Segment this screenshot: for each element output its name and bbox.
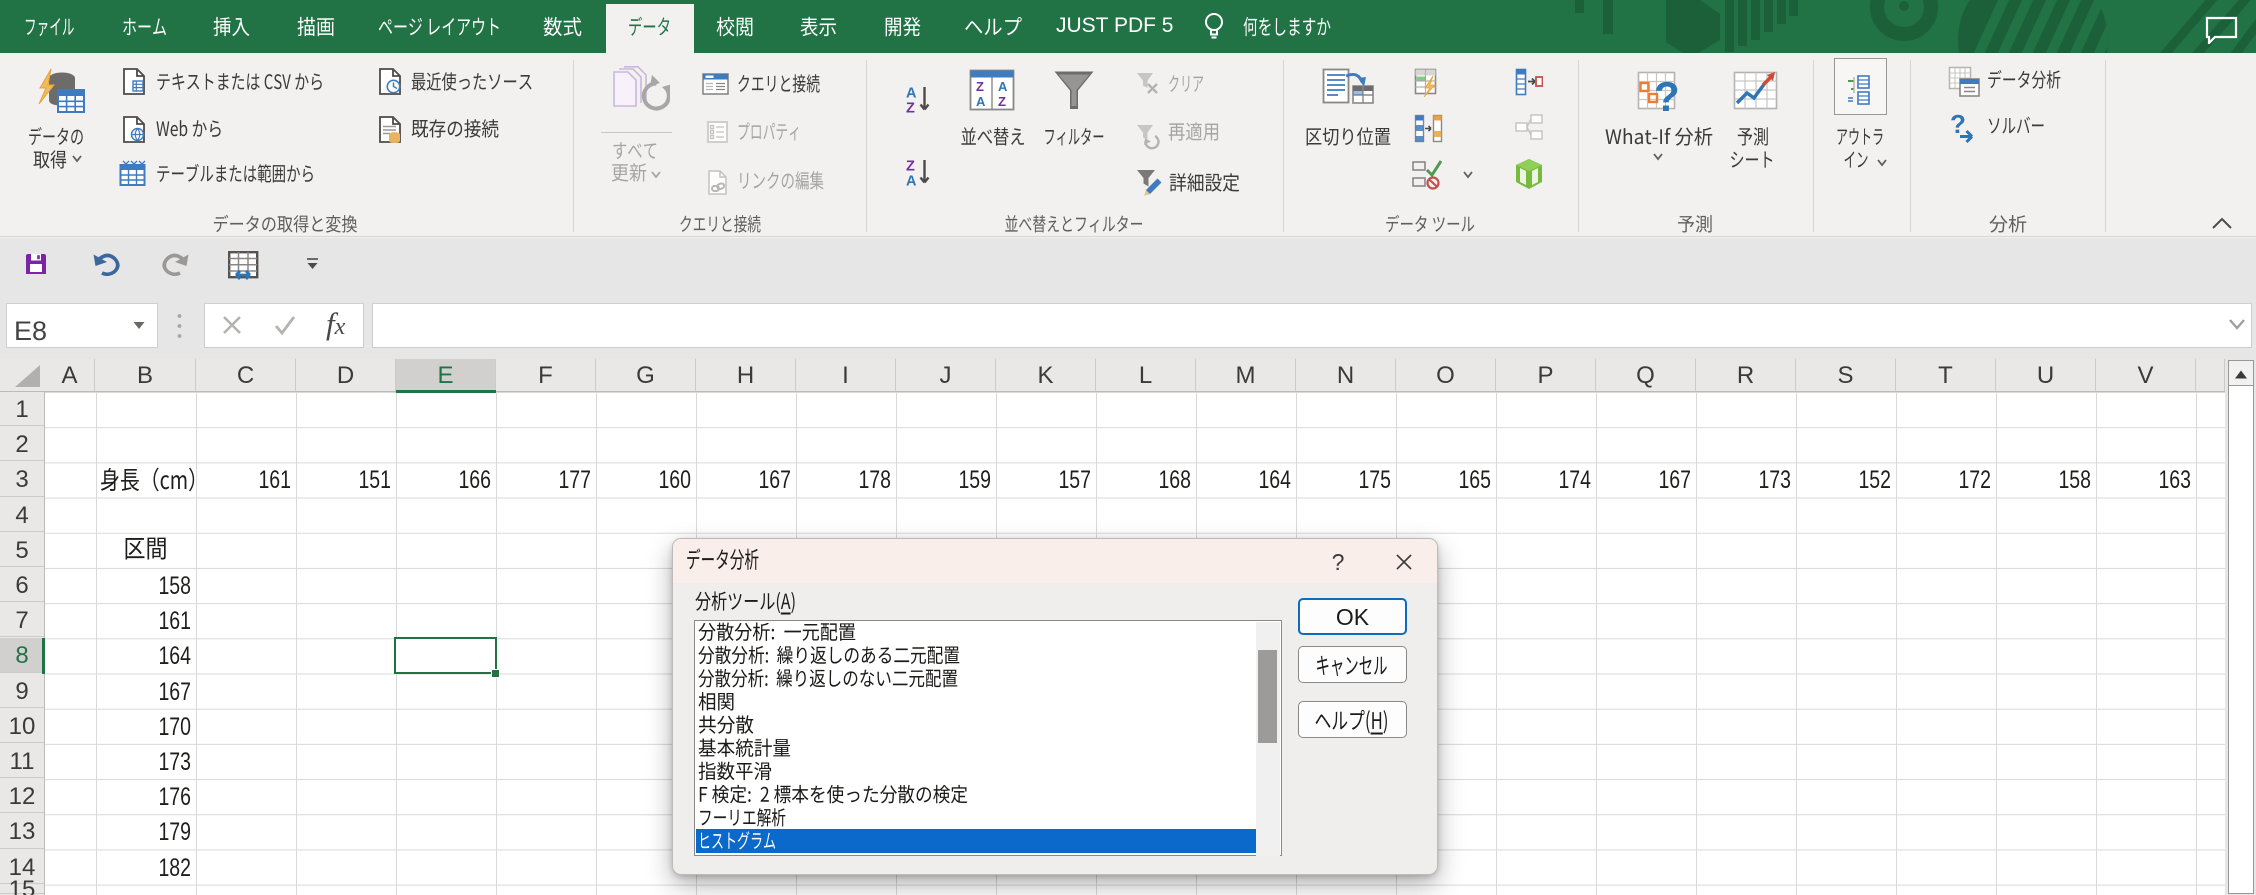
svg-text:A: A (906, 174, 917, 188)
svg-text:Z: Z (998, 94, 1006, 109)
svg-text:A: A (998, 79, 1008, 94)
svg-text:A: A (976, 94, 986, 109)
svg-text:?: ? (1654, 73, 1680, 117)
svg-text:Z: Z (906, 101, 915, 115)
svg-text:Z: Z (906, 159, 915, 175)
svg-text:?: ? (1950, 111, 1966, 139)
svg-text:Z: Z (976, 79, 984, 94)
svg-text:A: A (906, 86, 917, 102)
